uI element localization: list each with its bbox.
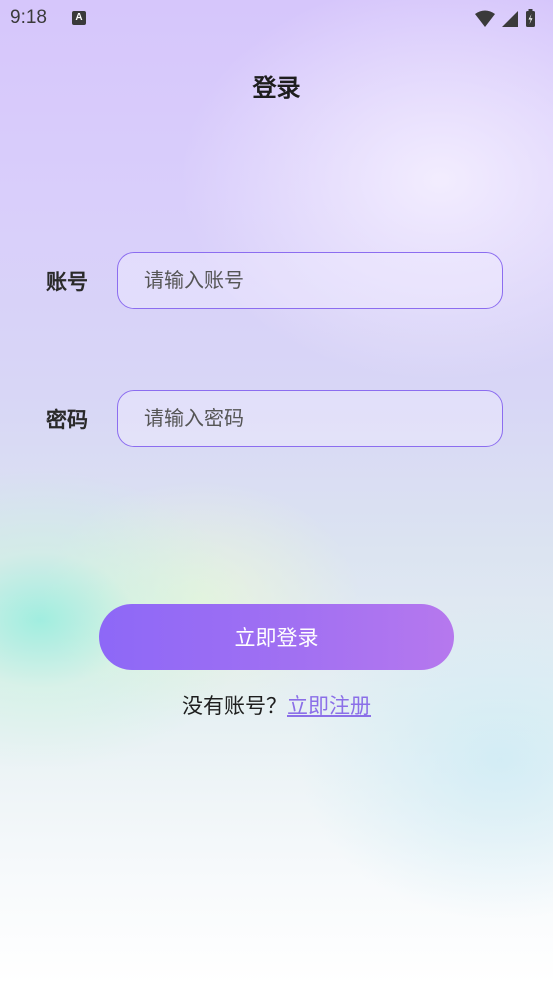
page-title: 登录 [252, 74, 301, 102]
status-icons [473, 8, 543, 30]
password-field-container[interactable] [117, 390, 503, 447]
status-time: 9:18 [10, 7, 47, 28]
register-prompt: 没有账号？ [182, 694, 287, 718]
password-input[interactable] [144, 391, 484, 445]
register-link[interactable]: 立即注册 [287, 694, 371, 718]
account-field-container[interactable] [117, 252, 503, 309]
register-row: 没有账号？立即注册 [0, 690, 553, 720]
account-label: 账号 [46, 270, 88, 294]
login-button[interactable]: 立即登录 [99, 604, 454, 670]
notification-a-icon: A [72, 11, 86, 25]
wifi-icon [475, 10, 495, 27]
status-bar: 9:18 A [0, 0, 553, 38]
signal-icon [502, 11, 518, 27]
status-icons-svg [475, 9, 535, 27]
password-label: 密码 [46, 408, 88, 432]
account-input[interactable] [144, 253, 484, 307]
